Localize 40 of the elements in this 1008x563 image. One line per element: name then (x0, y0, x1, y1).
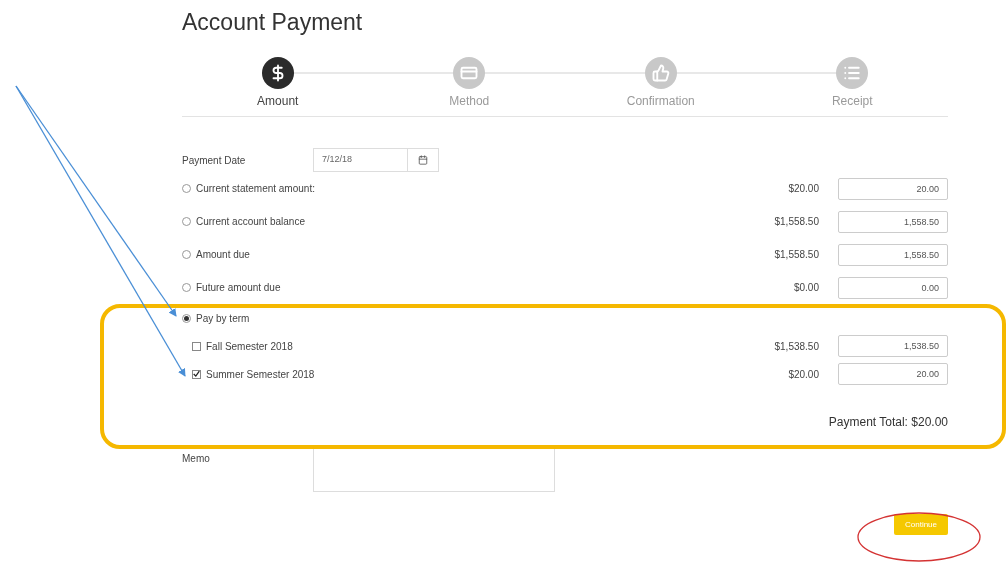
amount-text: $0.00 (792, 281, 819, 295)
list-icon (843, 64, 862, 82)
amount-input[interactable]: 20.00 (838, 177, 948, 200)
amount-text: $1,538.50 (773, 339, 819, 354)
radio-button[interactable] (182, 184, 191, 193)
page-title: Account Payment (182, 7, 363, 37)
amount-input[interactable]: 20.00 (838, 363, 948, 385)
thumbs-up-icon (651, 64, 670, 82)
amount-input[interactable]: 0.00 (838, 276, 948, 299)
option-label: Current statement amount: (196, 182, 315, 196)
amount-text: $20.00 (787, 367, 819, 382)
credit-card-icon (460, 64, 479, 82)
amount-input[interactable]: 1,558.50 (838, 210, 948, 233)
check-icon (193, 370, 200, 378)
radio-button[interactable] (182, 283, 191, 292)
amount-input[interactable]: 1,558.50 (838, 243, 948, 266)
amount-text: $1,558.50 (773, 215, 819, 229)
step-label: Confirmation (626, 93, 695, 110)
checkbox[interactable] (192, 341, 201, 351)
amount-text: $1,558.50 (773, 248, 819, 262)
option-label: Future amount due (196, 281, 281, 295)
radio-button[interactable] (182, 313, 191, 323)
amount-input[interactable]: 1,538.50 (838, 335, 948, 357)
step-label: Receipt (831, 93, 873, 110)
amount-text: $20.00 (787, 182, 819, 196)
field-label: Payment Date (182, 153, 247, 168)
radio-button[interactable] (182, 217, 191, 226)
checkbox[interactable] (192, 369, 201, 379)
option-label: Pay by term (196, 311, 250, 326)
step-label: Amount (257, 93, 299, 110)
option-label: Current account balance (196, 215, 305, 229)
step-label: Method (449, 93, 490, 110)
calendar-icon (418, 155, 428, 165)
term-label: Summer Semester 2018 (206, 367, 315, 382)
option-label: Amount due (196, 248, 250, 262)
date-field[interactable]: 7/12/18 (313, 148, 439, 172)
term-label: Fall Semester 2018 (206, 339, 293, 354)
radio-button[interactable] (182, 250, 191, 259)
payment-total: Payment Total: $20.00 (828, 414, 948, 431)
field-label: Memo (182, 452, 211, 466)
